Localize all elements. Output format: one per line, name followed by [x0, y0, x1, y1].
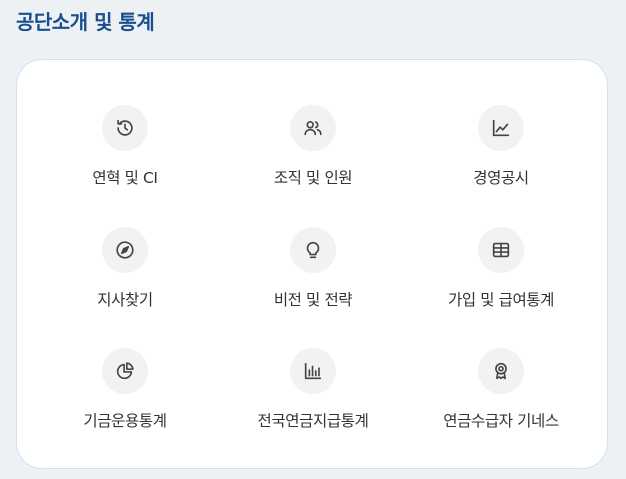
menu-item-subscription-benefit-stats[interactable]: 가입 및 급여통계: [407, 227, 595, 327]
icon-circle: [478, 348, 524, 394]
menu-item-vision-strategy[interactable]: 비전 및 전략: [219, 227, 407, 327]
menu-card: 연혁 및 CI 조직 및 인원 경영공시 지사찾기 비전 및 전략 가입 및 급…: [16, 59, 608, 469]
menu-label: 기금운용통계: [83, 412, 167, 430]
icon-circle: [102, 105, 148, 151]
menu-item-pensioner-guinness[interactable]: 연금수급자 기네스: [407, 348, 595, 448]
icon-circle: [478, 105, 524, 151]
icon-circle: [290, 105, 336, 151]
pie-chart-icon: [116, 362, 134, 380]
icon-circle: [290, 348, 336, 394]
menu-item-history-ci[interactable]: 연혁 및 CI: [31, 105, 219, 205]
coin-stack-icon: [492, 242, 510, 258]
bar-chart-icon: [304, 362, 322, 380]
menu-label: 연금수급자 기네스: [443, 412, 559, 430]
menu-label: 조직 및 인원: [273, 169, 353, 187]
award-icon: [495, 362, 507, 380]
menu-item-find-branch[interactable]: 지사찾기: [31, 227, 219, 327]
compass-icon: [116, 241, 134, 259]
menu-label: 연혁 및 CI: [92, 169, 158, 187]
menu-label: 지사찾기: [97, 291, 153, 309]
icon-circle: [478, 227, 524, 273]
line-chart-icon: [492, 119, 510, 137]
menu-item-organization[interactable]: 조직 및 인원: [219, 105, 407, 205]
icon-circle: [102, 348, 148, 394]
menu-item-management-disclosure[interactable]: 경영공시: [407, 105, 595, 205]
icon-circle: [290, 227, 336, 273]
menu-label: 비전 및 전략: [273, 291, 353, 309]
menu-label: 가입 및 급여통계: [447, 291, 555, 309]
icon-circle: [102, 227, 148, 273]
history-icon: [117, 119, 133, 136]
people-icon: [304, 121, 322, 136]
menu-label: 경영공시: [473, 169, 529, 187]
menu-item-fund-management-stats[interactable]: 기금운용통계: [31, 348, 219, 448]
menu-label: 전국연금지급통계: [257, 412, 369, 430]
section-title: 공단소개 및 통계: [16, 10, 155, 34]
menu-item-national-pension-payment-stats[interactable]: 전국연금지급통계: [219, 348, 407, 448]
lightbulb-icon: [306, 241, 320, 259]
